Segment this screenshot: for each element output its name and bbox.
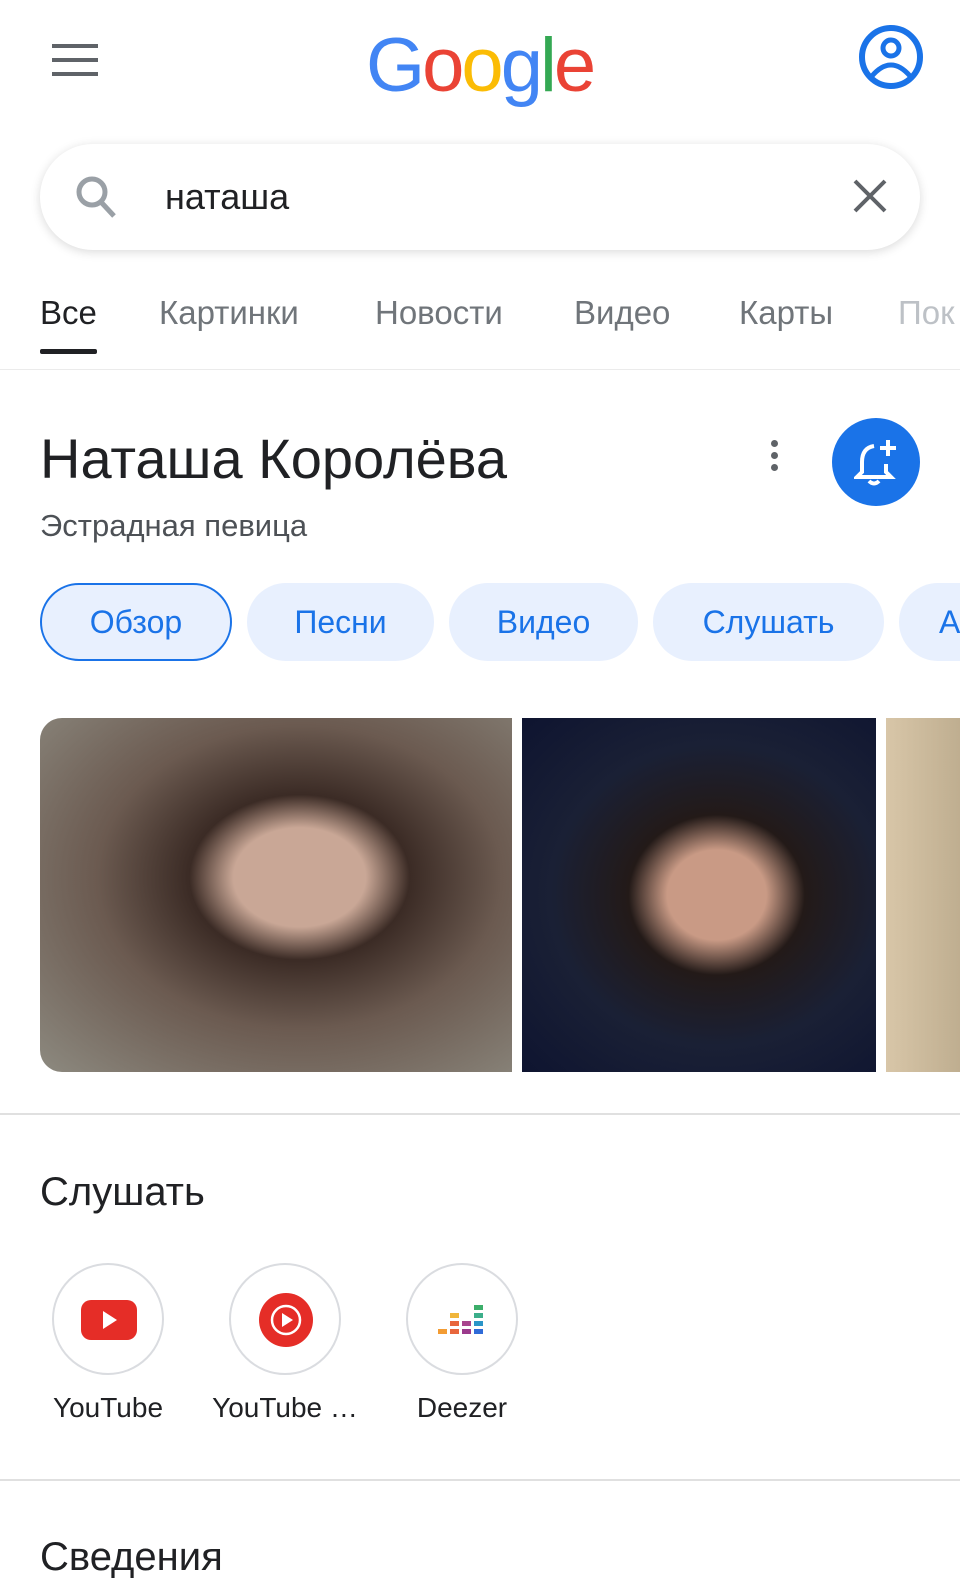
entity-image[interactable] [886,718,960,1072]
more-vert-icon[interactable] [768,440,780,480]
entity-image[interactable] [40,718,512,1072]
entity-title: Наташа Королёва [40,427,508,490]
search-input[interactable] [165,176,765,218]
search-bar[interactable] [40,144,920,250]
entity-chips: Обзор Песни Видео Слушать А [40,583,960,661]
app-label[interactable]: YouTube [23,1392,193,1424]
google-logo[interactable]: Google [366,22,596,109]
youtube-music-icon [259,1293,313,1347]
app-youtube-music[interactable] [229,1263,341,1375]
account-circle-icon[interactable] [858,24,924,90]
youtube-icon [81,1300,137,1340]
bell-plus-icon [854,440,896,486]
chip-video[interactable]: Видео [449,583,638,661]
app-deezer[interactable] [406,1263,518,1375]
close-icon[interactable] [852,178,888,214]
menu-button[interactable] [52,44,98,78]
tab-video[interactable]: Видео [574,294,670,332]
chip-more[interactable]: А [899,583,960,661]
deezer-icon [438,1305,483,1334]
tab-more[interactable]: Пок [898,294,955,332]
follow-button[interactable] [832,418,920,506]
entity-image[interactable] [522,718,876,1072]
tab-images[interactable]: Картинки [159,294,299,332]
hamburger-icon [52,44,98,76]
tab-maps[interactable]: Карты [739,294,833,332]
entity-subtitle: Эстрадная певица [40,508,308,543]
chip-songs[interactable]: Песни [247,583,434,661]
search-icon[interactable] [74,174,120,220]
chip-overview[interactable]: Обзор [40,583,232,661]
divider [0,1479,960,1481]
search-tabs: Все Картинки Новости Видео Карты Пок [0,280,960,370]
app-label[interactable]: Deezer [377,1392,547,1424]
tab-all[interactable]: Все [40,294,97,354]
app-label[interactable]: YouTube … [200,1392,370,1424]
listen-heading: Слушать [40,1170,205,1214]
tab-news[interactable]: Новости [375,294,503,332]
app-youtube[interactable] [52,1263,164,1375]
info-heading: Сведения [40,1535,223,1579]
chip-listen[interactable]: Слушать [653,583,884,661]
divider [0,1113,960,1115]
